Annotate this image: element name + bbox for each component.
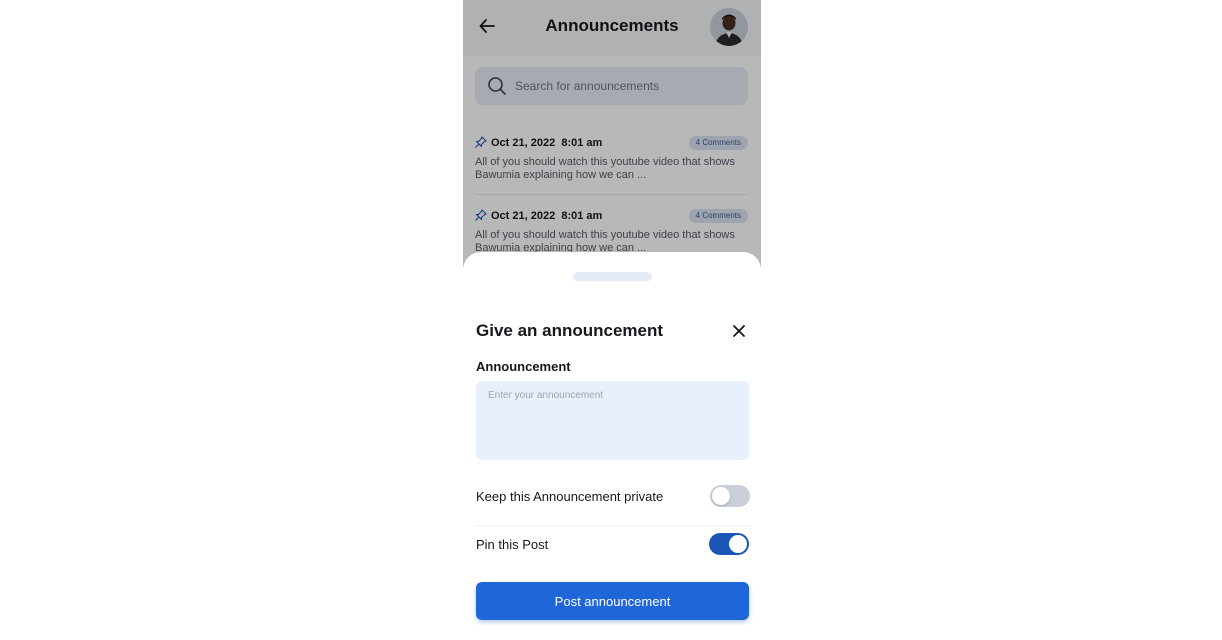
announcement-field-label: Announcement <box>476 359 571 374</box>
toggle-knob <box>712 487 730 505</box>
post-announcement-button[interactable]: Post announcement <box>476 582 749 620</box>
toggle-knob <box>729 535 747 553</box>
close-icon <box>733 325 745 337</box>
drag-handle[interactable] <box>573 272 652 281</box>
close-button[interactable] <box>729 321 749 341</box>
sheet-title: Give an announcement <box>476 321 664 340</box>
row-divider <box>476 525 749 526</box>
pin-toggle-label: Pin this Post <box>476 537 549 552</box>
announcement-sheet: Give an announcement Announcement Keep t… <box>463 252 761 640</box>
private-toggle[interactable] <box>710 485 750 507</box>
pin-toggle[interactable] <box>709 533 749 555</box>
phone-screen: Announcements Oct 21, 2022 8:01 am 4 Com… <box>463 0 761 640</box>
private-toggle-label: Keep this Announcement private <box>476 489 664 504</box>
announcement-input[interactable] <box>476 381 749 460</box>
